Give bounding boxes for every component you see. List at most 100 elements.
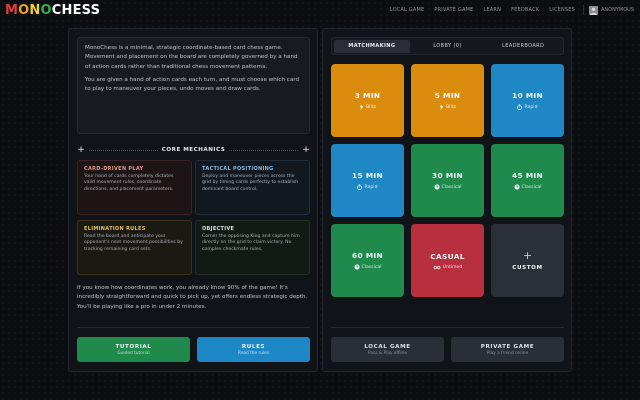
plus-icon: + [522,249,533,262]
logo-letter-o2: O [40,2,52,18]
tile-subtitle: Classical [513,184,542,190]
logo-letter-n: N [29,2,41,18]
tile-title: 10 MIN [512,91,543,100]
clock-icon [513,184,520,190]
nav-learn[interactable]: LEARN [478,0,506,20]
intro-paragraph-2: You are given a hand of action cards eac… [85,76,300,93]
intro-paragraph-1: MonoChess is a minimal, strategic coordi… [85,45,298,70]
mechanic-title: OBJECTIVE [202,226,235,232]
tile-subtitle-text: Rapid [364,184,378,190]
clock-icon [433,184,440,190]
user-menu[interactable]: ANONYMOUS [587,5,634,15]
nav-feedback[interactable]: FEEDBACK [506,0,544,20]
tile-10-min[interactable]: 10 MIN Rapid [491,64,564,137]
tile-subtitle-text: Classical [361,264,382,270]
tile-subtitle: Rapid [517,104,538,110]
core-mechanics-title: CORE MECHANICS [161,147,226,153]
tile-subtitle: Rapid [357,184,378,190]
mechanic-desc: Read the board and anticipate your oppon… [84,234,183,252]
user-name: ANONYMOUS [601,7,634,13]
user-avatar-icon [589,5,599,15]
tile-subtitle-text: Blitz [366,104,376,110]
tile-45-min[interactable]: 45 MIN Classical [491,144,564,217]
mechanic-title: TACTICAL POSITIONING [202,166,274,172]
play-panel: MATCHMAKING LOBBY (0) LEADERBOARD 3 MIN … [322,28,572,372]
local-game-button[interactable]: LOCAL GAME Pass & Play offline [331,337,444,362]
plus-right-icon: + [302,144,310,155]
infinity-icon [433,265,441,269]
tile-30-min[interactable]: 30 MIN Classical [411,144,484,217]
tile-subtitle: Classical [433,184,462,190]
core-mechanics-header: + CORE MECHANICS + [77,145,310,155]
tile-subtitle-text: Classical [441,184,462,190]
tile-subtitle-text: Rapid [524,104,538,110]
logo-letter-o: O [18,2,30,18]
right-divider [331,327,564,328]
tile-title: 15 MIN [352,171,383,180]
monochess-logo[interactable]: M O N O CHESS [5,3,100,18]
bolt-icon [359,104,364,110]
tile-title: 60 MIN [352,251,383,260]
rules-button[interactable]: RULES Read the rules [197,337,310,362]
mechanic-title: ELIMINATION RULES [84,226,146,232]
private-game-button[interactable]: PRIVATE GAME Play a friend online [451,337,564,362]
timer-icon [357,184,363,190]
mechanic-desc: Your hand of cards completely dictates v… [84,174,174,192]
tile-60-min[interactable]: 60 MIN Classical [331,224,404,297]
tab-matchmaking[interactable]: MATCHMAKING [334,39,410,53]
private-game-sublabel: Play a friend online [486,350,529,356]
private-game-label: PRIVATE GAME [480,343,535,350]
rules-label: RULES [241,343,266,350]
tile-subtitle-text: Blitz [446,104,456,110]
mechanic-card-driven-play: CARD-DRIVEN PLAY Your hand of cards comp… [77,160,192,215]
tile-casual[interactable]: CASUAL Untimed [411,224,484,297]
dotted-divider-left [89,149,158,151]
top-bar: M O N O CHESS LOCAL GAME PRIVATE GAME LEARN … [0,0,640,20]
tab-lobby[interactable]: LOBBY (0) [410,40,486,53]
mechanic-desc: Deploy and maneuver pieces across the gr… [202,174,299,192]
bolt-icon [439,104,444,110]
tile-15-min[interactable]: 15 MIN Rapid [331,144,404,217]
tile-title: CUSTOM [512,265,543,271]
tutorial-sublabel: Guided tutorial [117,350,150,356]
plus-left-icon: + [77,144,85,155]
rules-sublabel: Read the rules [237,350,270,356]
local-game-label: LOCAL GAME [364,343,411,350]
clock-icon [353,264,360,270]
logo-letter-m: M [5,2,19,18]
dotted-divider-right [229,149,299,151]
intro-box: MonoChess is a minimal, strategic coordi… [77,37,310,134]
timer-icon [517,104,523,110]
mechanic-elimination-rules: ELIMINATION RULES Read the board and ant… [77,220,192,275]
tile-title: 5 MIN [434,91,461,100]
outro-text: If you know how coordinates work, you al… [77,285,308,310]
mechanic-objective: OBJECTIVE Corner the opposing King and c… [195,220,310,275]
local-game-sublabel: Pass & Play offline [367,350,408,356]
left-divider [77,327,310,328]
nav-private-game[interactable]: PRIVATE GAME [429,0,478,20]
mechanic-desc: Corner the opposing King and capture him… [202,234,300,252]
tile-subtitle: Blitz [439,104,456,110]
logo-word-chess: CHESS [51,2,101,18]
tile-subtitle-text: Classical [521,184,542,190]
info-panel: MonoChess is a minimal, strategic coordi… [68,28,318,372]
mechanic-tactical-positioning: TACTICAL POSITIONING Deploy and maneuver… [195,160,310,215]
nav-divider [583,5,585,15]
tab-bar: MATCHMAKING LOBBY (0) LEADERBOARD [331,37,564,55]
tile-subtitle: Blitz [359,104,376,110]
tile-custom[interactable]: + CUSTOM [491,224,564,297]
nav-licenses[interactable]: LICENSES [544,0,580,20]
tile-title: 30 MIN [432,171,463,180]
tile-subtitle: Untimed [433,264,463,270]
main-nav: LOCAL GAME PRIVATE GAME LEARN FEEDBACK L… [385,0,634,20]
tile-subtitle: Classical [353,264,382,270]
tile-5-min[interactable]: 5 MIN Blitz [411,64,484,137]
mechanic-title: CARD-DRIVEN PLAY [84,166,144,172]
nav-local-game[interactable]: LOCAL GAME [385,0,430,20]
tile-subtitle-text: Untimed [442,264,463,270]
tutorial-button[interactable]: TUTORIAL Guided tutorial [77,337,190,362]
tab-leaderboard[interactable]: LEADERBOARD [485,40,561,53]
tile-title: 3 MIN [354,91,381,100]
tile-3-min[interactable]: 3 MIN Blitz [331,64,404,137]
tile-title: 45 MIN [512,171,543,180]
